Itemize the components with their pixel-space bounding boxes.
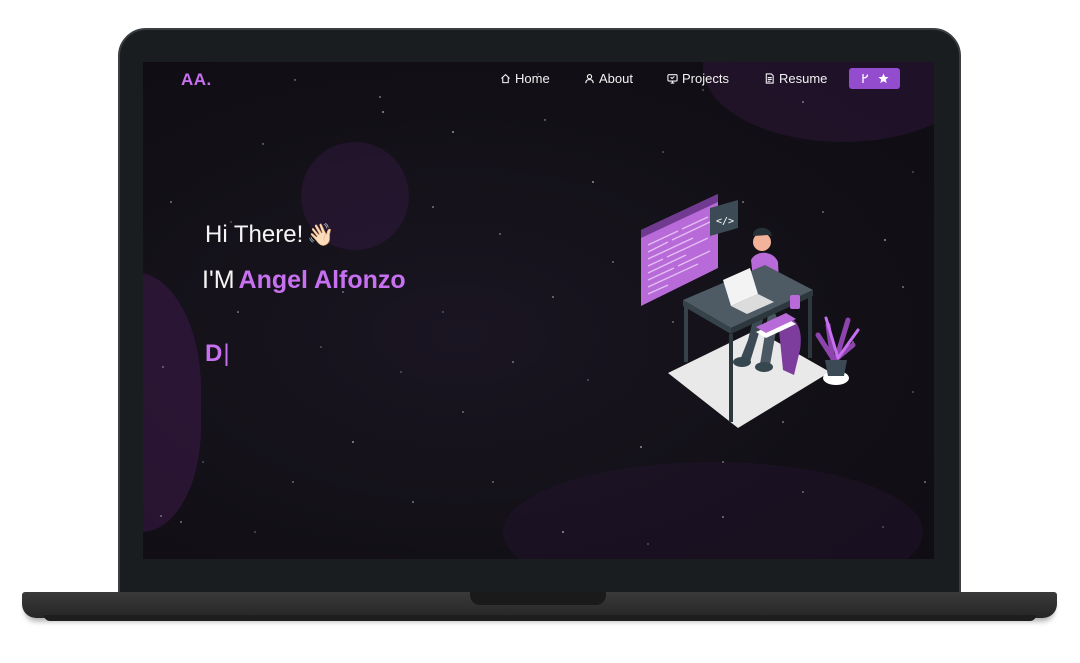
developer-illustration: </> [641, 194, 860, 428]
home-icon [500, 73, 511, 84]
nav-home-link[interactable]: Home [500, 71, 550, 86]
svg-text:</>: </> [716, 216, 734, 227]
greeting: Hi There! 👋🏻 [205, 221, 335, 249]
intro-prefix: I'M [202, 266, 235, 294]
screen: AA. Home About Projects Resume Hi There!… [143, 62, 934, 559]
intro-line: I'M Angel Alfonzo [202, 266, 406, 295]
typewriter: D| [205, 340, 230, 368]
projects-icon [667, 74, 678, 84]
laptop-notch [470, 592, 606, 605]
laptop-base-lip [44, 615, 1036, 621]
logo[interactable]: AA. [181, 70, 212, 90]
greeting-text: Hi There! [205, 221, 304, 248]
laptop-mockup: AA. Home About Projects Resume Hi There!… [0, 0, 1080, 663]
typewriter-text: D [205, 340, 223, 367]
star-icon [877, 73, 889, 84]
nav-projects-label: Projects [682, 71, 729, 86]
fork-icon [861, 74, 868, 83]
navbar: AA. Home About Projects Resume [143, 62, 934, 98]
github-star-button[interactable] [849, 68, 900, 89]
nav-about-label: About [599, 71, 633, 86]
typewriter-cursor: | [223, 340, 230, 367]
nav-resume-label: Resume [779, 71, 828, 86]
nav-about-link[interactable]: About [584, 71, 633, 86]
document-icon [765, 73, 774, 84]
nav-resume-link[interactable]: Resume [764, 71, 827, 86]
user-icon [585, 74, 594, 84]
nav-projects-link[interactable]: Projects [667, 71, 729, 86]
wave-emoji: 👋🏻 [307, 222, 335, 247]
owner-name: Angel Alfonzo [238, 266, 406, 294]
nav-home-label: Home [515, 71, 550, 86]
